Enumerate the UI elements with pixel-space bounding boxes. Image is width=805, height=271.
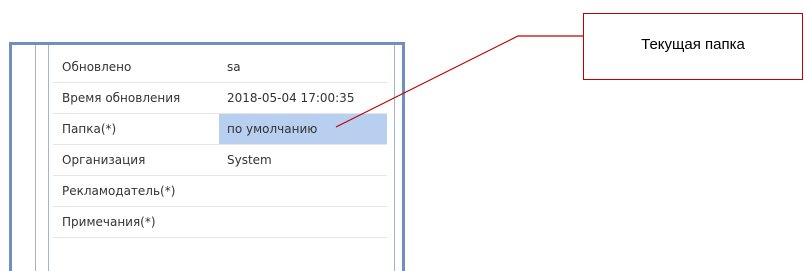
callout-label: Текущая папка <box>641 36 745 53</box>
annotated-screenshot: Обновлено sa Время обновления 2018-05-04… <box>0 0 805 271</box>
callout-box: Текущая папка <box>583 13 803 80</box>
